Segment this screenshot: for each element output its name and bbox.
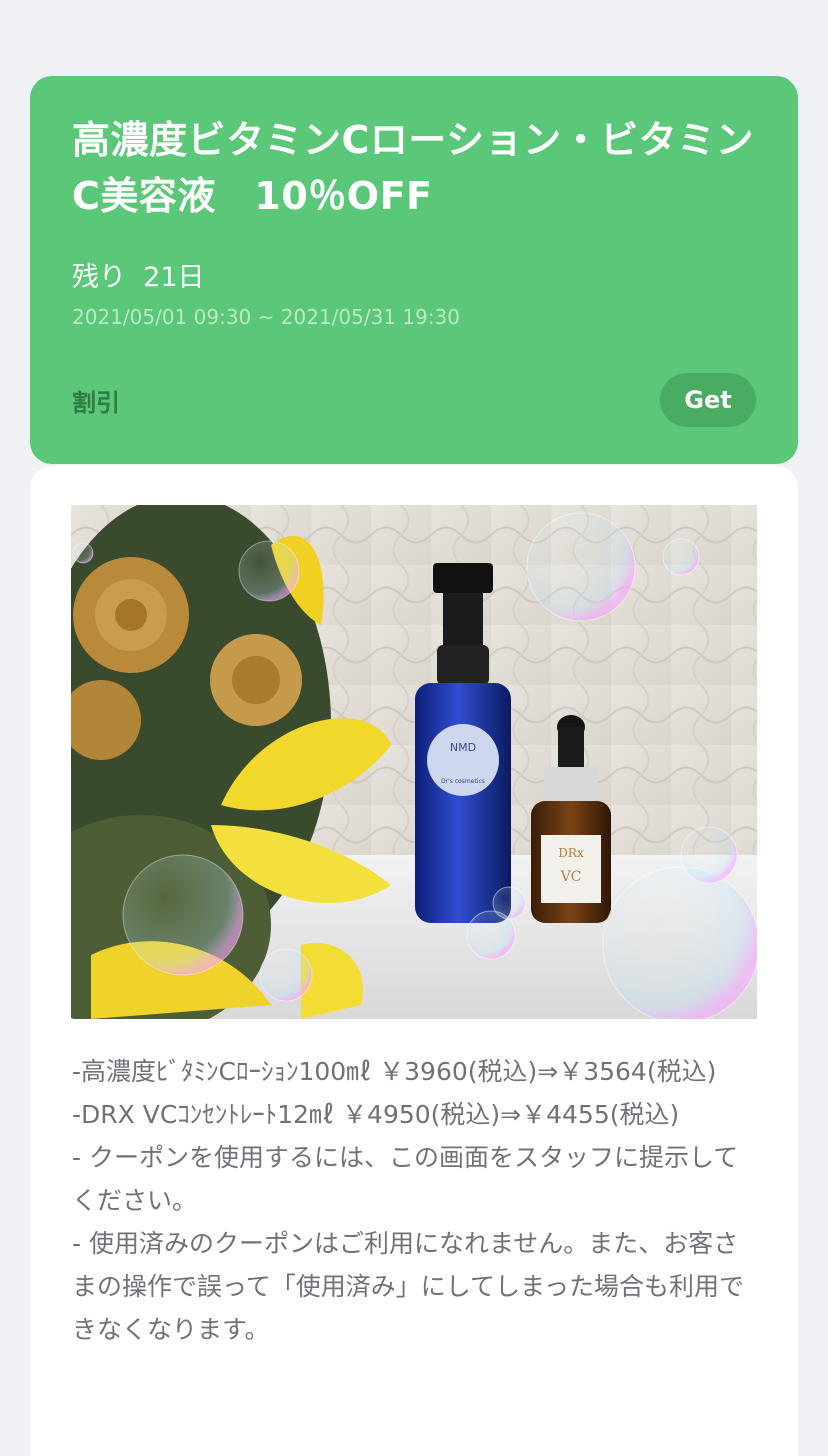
coupon-photo: NMD Dr's cosmetics DRx VC <box>71 505 757 1019</box>
dropper-label-vc: VC <box>560 869 582 885</box>
bottle-label-sub: Dr's cosmetics <box>441 778 485 785</box>
remaining-label: 残り <box>72 262 126 293</box>
valid-period: 2021/05/01 09:30 ~ 2021/05/31 19:30 <box>72 305 461 329</box>
description-line-lotion: -高濃度ﾋﾞﾀﾐﾝCﾛｰｼｮﾝ100㎖ ￥3960(税込)⇒￥3564(税込) <box>72 1057 717 1086</box>
product-photo-illustration: NMD Dr's cosmetics DRx VC <box>71 505 757 1019</box>
description-line-serum: -DRX VCｺﾝｾﾝﾄﾚｰﾄ12㎖ ￥4950(税込)⇒￥4455(税込) <box>72 1100 680 1129</box>
coupon-detail-card: NMD Dr's cosmetics DRx VC -高濃度ﾋﾞﾀﾐﾝCﾛｰｼｮ… <box>30 466 798 1456</box>
bottle-label-brand: NMD <box>450 741 476 754</box>
get-coupon-button[interactable]: Get <box>660 373 756 427</box>
description-line-notice: - 使用済みのクーポンはご利用になれません。また、お客さまの操作で誤って「使用済… <box>72 1229 745 1344</box>
description-line-usage: - クーポンを使用するには、この画面をスタッフに提示してください。 <box>72 1143 739 1215</box>
remaining-days-value: 21日 <box>143 262 205 293</box>
remaining-days: 残り 21日 <box>72 260 756 296</box>
coupon-title: 高濃度ビタミンCローション・ビタミンC美容液 10％OFF <box>72 118 755 218</box>
coupon-header-card: 高濃度ビタミンCローション・ビタミンC美容液 10％OFF 残り 21日 202… <box>30 76 798 464</box>
coupon-footer: 割引 Get <box>72 372 756 428</box>
coupon-description: -高濃度ﾋﾞﾀﾐﾝCﾛｰｼｮﾝ100㎖ ￥3960(税込)⇒￥3564(税込) … <box>72 1050 762 1351</box>
coupon-category: 割引 <box>72 388 120 417</box>
dropper-label-brand: DRx <box>558 846 584 860</box>
